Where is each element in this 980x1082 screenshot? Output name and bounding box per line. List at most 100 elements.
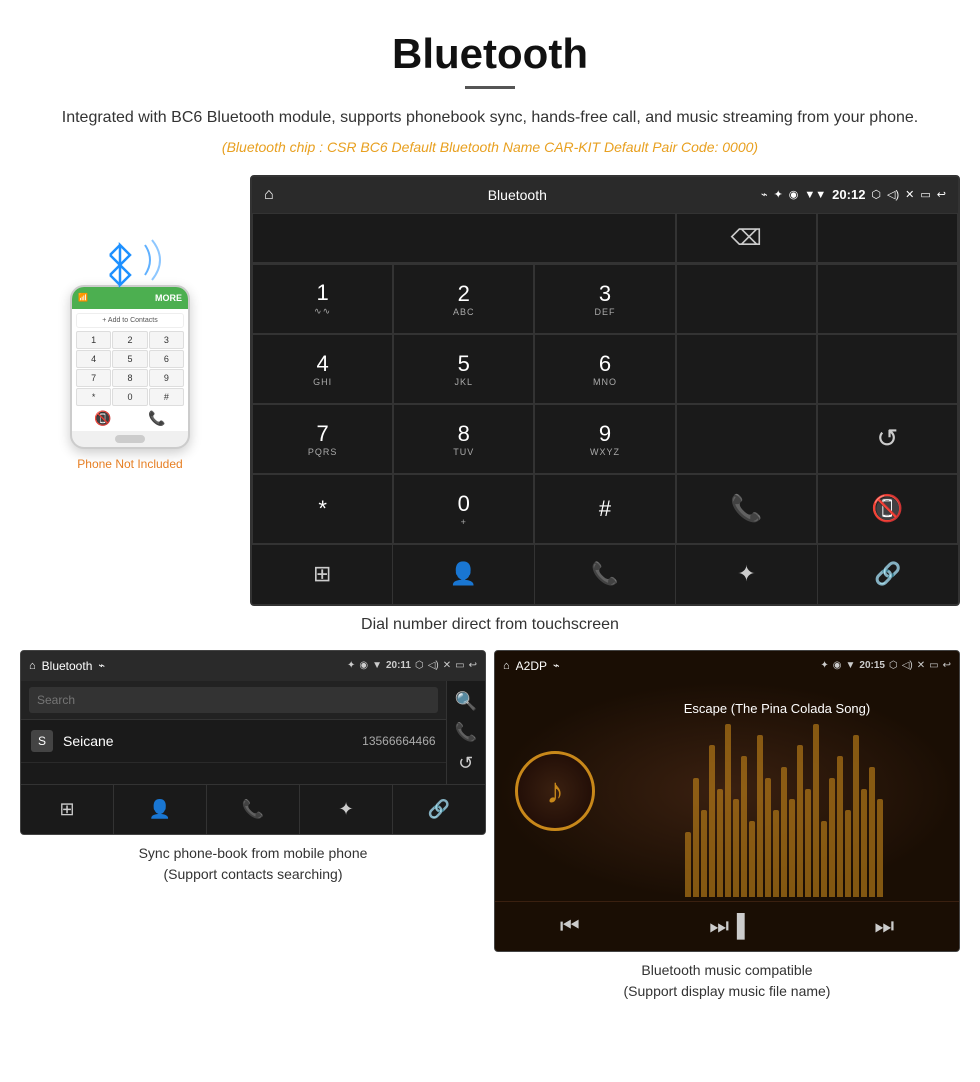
key-0[interactable]: 0 + — [393, 474, 534, 544]
key-9[interactable]: 9 WXYZ — [534, 404, 675, 474]
nav-link[interactable]: 🔗 — [818, 545, 958, 604]
pb-back-icon[interactable]: ↩ — [469, 660, 477, 671]
phone-section: 📶 MORE + Add to Contacts 1 2 3 4 5 6 7 8… — [20, 175, 240, 606]
nav-dialpad[interactable]: ⊞ — [252, 545, 393, 604]
phone-key[interactable]: 9 — [149, 369, 184, 387]
music-status-left: ⌂ A2DP ⌁ — [503, 659, 560, 673]
pb-nav-contacts[interactable]: 👤 — [114, 785, 207, 834]
eq-bar — [765, 778, 771, 897]
pb-rect-icon[interactable]: ▭ — [455, 660, 464, 671]
play-pause-button[interactable]: ⏭▐ — [709, 913, 744, 939]
nav-contacts[interactable]: 👤 — [393, 545, 534, 604]
pb-nav-bluetooth[interactable]: ✦ — [300, 785, 393, 834]
music-controls: ⏮ ⏭▐ ⏭ — [495, 901, 959, 951]
pb-cam-icon[interactable]: ⬡ — [415, 660, 424, 671]
pb-status-bar: ⌂ Bluetooth ⌁ ✦ ◉ ▼ 20:11 ⬡ ◁) ✕ ▭ ↩ — [21, 651, 485, 681]
eq-bar — [709, 745, 715, 896]
key-4[interactable]: 4 GHI — [252, 334, 393, 404]
window-icon[interactable]: ▭ — [920, 188, 930, 201]
eq-bar — [741, 756, 747, 896]
phone-key[interactable]: 8 — [112, 369, 147, 387]
key-star[interactable]: * — [252, 474, 393, 544]
phonebook-panel: ⌂ Bluetooth ⌁ ✦ ◉ ▼ 20:11 ⬡ ◁) ✕ ▭ ↩ — [20, 650, 486, 835]
empty-cell-3 — [676, 334, 817, 404]
phone-key[interactable]: 3 — [149, 331, 184, 349]
back-icon[interactable]: ↩ — [937, 188, 946, 201]
phone-key[interactable]: 5 — [112, 350, 147, 368]
phone-key[interactable]: 0 — [112, 388, 147, 406]
music-info: Escape (The Pina Colada Song) — [605, 701, 949, 716]
phone-key[interactable]: 7 — [76, 369, 111, 387]
album-art-circle: ♪ — [515, 751, 595, 831]
pb-loc-icon: ◉ — [359, 660, 368, 671]
key-3[interactable]: 3 DEF — [534, 264, 675, 334]
home-icon[interactable]: ⌂ — [264, 186, 274, 204]
eq-bar — [837, 756, 843, 896]
pb-search-icon[interactable]: 🔍 — [455, 691, 477, 712]
call-button[interactable]: 📞 — [676, 474, 817, 544]
music-home-icon[interactable]: ⌂ — [503, 660, 510, 672]
phone-key[interactable]: # — [149, 388, 184, 406]
pb-contact-name: Seicane — [63, 733, 362, 749]
eq-bar — [749, 821, 755, 897]
music-panel-wrapper: ⌂ A2DP ⌁ ✦ ◉ ▼ 20:15 ⬡ ◁) ✕ ▭ ↩ — [494, 650, 960, 1006]
end-call-button[interactable]: 📵 — [817, 474, 958, 544]
pb-vol-icon[interactable]: ◁) — [428, 660, 439, 671]
phonebook-panel-wrapper: ⌂ Bluetooth ⌁ ✦ ◉ ▼ 20:11 ⬡ ◁) ✕ ▭ ↩ — [20, 650, 486, 1006]
music-rect-icon[interactable]: ▭ — [929, 660, 938, 671]
key-2[interactable]: 2 ABC — [393, 264, 534, 334]
camera-icon[interactable]: ⬡ — [871, 188, 881, 201]
close-icon[interactable]: ✕ — [905, 188, 914, 201]
phone-home-button[interactable] — [115, 435, 145, 443]
phone-key[interactable]: 1 — [76, 331, 111, 349]
pb-bottom-nav: ⊞ 👤 📞 ✦ 🔗 — [21, 784, 485, 834]
pb-nav-link[interactable]: 🔗 — [393, 785, 485, 834]
bluetooth-status-icon: ✦ — [774, 188, 783, 201]
music-vol-icon[interactable]: ◁) — [902, 660, 913, 671]
music-x-icon[interactable]: ✕ — [917, 660, 925, 671]
music-loc-icon: ◉ — [833, 660, 842, 671]
pb-x-icon[interactable]: ✕ — [443, 660, 451, 671]
music-album-art: ♪ — [515, 751, 595, 831]
key-hash[interactable]: # — [534, 474, 675, 544]
music-cam-icon[interactable]: ⬡ — [889, 660, 898, 671]
next-track-button[interactable]: ⏭ — [874, 913, 894, 939]
phone-key[interactable]: 2 — [112, 331, 147, 349]
key-7[interactable]: 7 PQRS — [252, 404, 393, 474]
pb-status-left: ⌂ Bluetooth ⌁ — [29, 659, 105, 673]
music-caption-line2: (Support display music file name) — [624, 983, 831, 999]
dialpad-row-2: 4 GHI 5 JKL 6 MNO — [252, 334, 958, 404]
pb-contact-row[interactable]: S Seicane 13566664466 — [21, 720, 446, 763]
phone-key[interactable]: * — [76, 388, 111, 406]
pb-reload-icon[interactable]: ↺ — [458, 753, 473, 774]
key-8[interactable]: 8 TUV — [393, 404, 534, 474]
status-right: ⌁ ✦ ◉ ▼▼ 20:12 ⬡ ◁) ✕ ▭ ↩ — [761, 187, 946, 202]
pb-search-input[interactable] — [29, 687, 438, 713]
music-back-icon[interactable]: ↩ — [943, 660, 951, 671]
volume-icon[interactable]: ◁) — [887, 188, 899, 201]
pb-nav-calls[interactable]: 📞 — [207, 785, 300, 834]
bottom-panels: ⌂ Bluetooth ⌁ ✦ ◉ ▼ 20:11 ⬡ ◁) ✕ ▭ ↩ — [0, 650, 980, 1026]
pb-home-icon[interactable]: ⌂ — [29, 660, 36, 672]
eq-bar — [853, 735, 859, 897]
nav-calls[interactable]: 📞 — [535, 545, 676, 604]
phonebook-caption: Sync phone-book from mobile phone (Suppo… — [20, 835, 486, 889]
key-5[interactable]: 5 JKL — [393, 334, 534, 404]
key-6[interactable]: 6 MNO — [534, 334, 675, 404]
location-icon: ◉ — [789, 188, 799, 201]
phone-body: + Add to Contacts 1 2 3 4 5 6 7 8 9 * 0 … — [72, 309, 188, 431]
phone-key[interactable]: 4 — [76, 350, 111, 368]
music-panel: ⌂ A2DP ⌁ ✦ ◉ ▼ 20:15 ⬡ ◁) ✕ ▭ ↩ — [494, 650, 960, 952]
pb-call-icon[interactable]: 📞 — [455, 722, 477, 743]
page-title: Bluetooth — [60, 30, 920, 78]
key-1[interactable]: 1 ∿∿ — [252, 264, 393, 334]
prev-track-button[interactable]: ⏮ — [560, 913, 580, 939]
eq-bar — [789, 799, 795, 896]
eq-bar — [869, 767, 875, 897]
phone-key[interactable]: 6 — [149, 350, 184, 368]
backspace-cell[interactable]: ⌫ — [676, 213, 817, 263]
pb-nav-dialpad[interactable]: ⊞ — [21, 785, 114, 834]
eq-bar — [877, 799, 883, 896]
nav-bluetooth[interactable]: ✦ — [676, 545, 817, 604]
eq-bar — [685, 832, 691, 897]
